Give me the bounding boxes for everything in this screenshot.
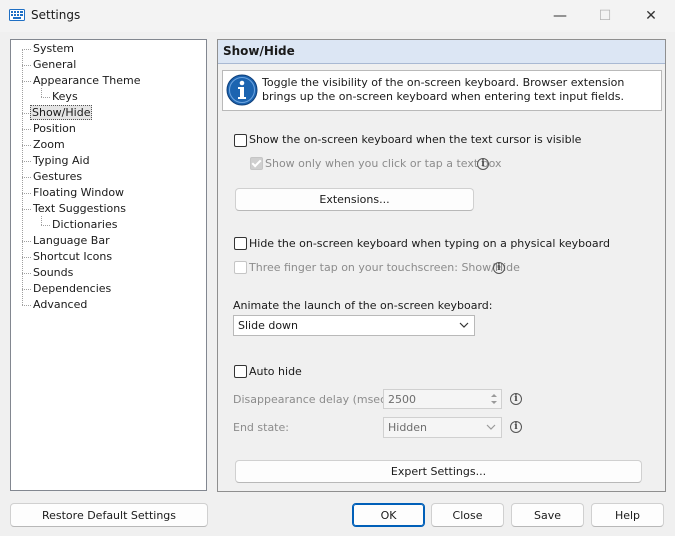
tree-item-typing-aid[interactable]: Typing Aid <box>31 153 92 169</box>
help-button[interactable]: Help <box>591 503 664 527</box>
ok-button[interactable]: OK <box>352 503 425 527</box>
end-state-label: End state: <box>233 421 289 434</box>
hide-on-physical-label: Hide the on-screen keyboard when typing … <box>249 237 610 250</box>
tree-item-position[interactable]: Position <box>31 121 78 137</box>
tree-item-dependencies[interactable]: Dependencies <box>31 281 113 297</box>
maximize-icon: ☐ <box>598 8 612 24</box>
minimize-button[interactable]: — <box>537 0 583 32</box>
animate-label: Animate the launch of the on-screen keyb… <box>233 299 493 312</box>
tree-item-shortcut-icons[interactable]: Shortcut Icons <box>31 249 114 265</box>
tree-item-gestures[interactable]: Gestures <box>31 169 84 185</box>
show-on-click-label: Show only when you click or tap a text b… <box>265 157 502 170</box>
three-finger-label: Three finger tap on your touchscreen: Sh… <box>249 261 520 274</box>
end-state-select[interactable]: Hidden <box>383 417 502 438</box>
chevron-down-icon <box>486 424 496 430</box>
info-circle-icon[interactable]: i <box>477 158 489 170</box>
settings-tree[interactable]: System General Appearance Theme Keys Sho… <box>10 39 207 491</box>
close-icon: ✕ <box>645 8 657 24</box>
maximize-button[interactable]: ☐ <box>582 0 628 32</box>
info-circle-icon[interactable]: i <box>493 262 505 274</box>
close-button[interactable]: Close <box>431 503 504 527</box>
delay-label: Disappearance delay (msec): <box>233 393 395 406</box>
info-icon <box>226 74 258 106</box>
window-title: Settings <box>31 8 81 22</box>
three-finger-checkbox[interactable] <box>234 261 247 274</box>
tree-item-advanced[interactable]: Advanced <box>31 297 89 313</box>
animate-select[interactable]: Slide down <box>233 315 475 336</box>
tree-item-text-suggestions[interactable]: Text Suggestions <box>31 201 128 217</box>
tree-item-zoom[interactable]: Zoom <box>31 137 67 153</box>
chevron-down-icon <box>459 322 469 328</box>
tree-item-general[interactable]: General <box>31 57 78 73</box>
info-text: Toggle the visibility of the on-screen k… <box>262 76 625 103</box>
info-circle-icon[interactable]: i <box>510 421 522 433</box>
save-button[interactable]: Save <box>511 503 584 527</box>
minimize-icon: — <box>553 8 567 24</box>
spinner-arrows-icon[interactable] <box>488 391 500 407</box>
panel-title: Show/Hide <box>223 44 295 58</box>
tree-item-sounds[interactable]: Sounds <box>31 265 75 281</box>
tree-item-language-bar[interactable]: Language Bar <box>31 233 112 249</box>
hide-on-physical-checkbox[interactable] <box>234 237 247 250</box>
tree-item-keys[interactable]: Keys <box>50 89 80 105</box>
show-on-cursor-checkbox[interactable] <box>234 134 247 147</box>
tree-item-appearance-theme[interactable]: Appearance Theme <box>31 73 143 89</box>
keyboard-icon <box>9 9 25 21</box>
auto-hide-checkbox[interactable] <box>234 365 247 378</box>
show-on-cursor-label: Show the on-screen keyboard when the tex… <box>249 133 582 146</box>
expert-settings-button[interactable]: Expert Settings... <box>235 460 642 483</box>
tree-item-floating-window[interactable]: Floating Window <box>31 185 126 201</box>
show-on-click-checkbox[interactable] <box>250 157 263 170</box>
auto-hide-label: Auto hide <box>249 365 302 378</box>
restore-defaults-button[interactable]: Restore Default Settings <box>10 503 208 527</box>
tree-item-system[interactable]: System <box>31 41 76 57</box>
info-circle-icon[interactable]: i <box>510 393 522 405</box>
tree-item-dictionaries[interactable]: Dictionaries <box>50 217 119 233</box>
extensions-button[interactable]: Extensions... <box>235 188 474 211</box>
delay-spinbox[interactable]: 2500 <box>383 389 502 409</box>
tree-item-show-hide[interactable]: Show/Hide <box>30 105 93 121</box>
close-window-button[interactable]: ✕ <box>628 0 674 32</box>
